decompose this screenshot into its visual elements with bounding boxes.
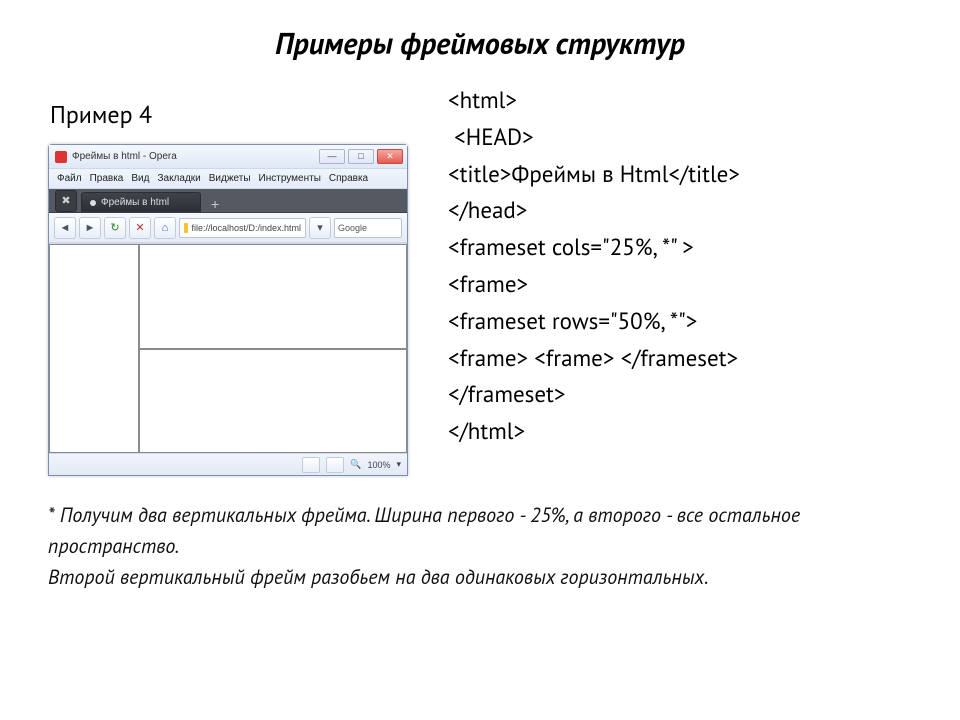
frame-top-right (139, 244, 408, 349)
minimize-button[interactable]: — (319, 149, 345, 164)
code-line-2: <HEAD> (448, 120, 920, 157)
tab-bar: ✖ Фреймы в html + (49, 189, 407, 213)
menu-help[interactable]: Справка (329, 173, 368, 184)
zoom-dropdown-icon[interactable]: ▾ (396, 459, 401, 470)
zoom-level: 100% (367, 460, 390, 470)
zoom-icon: 🔍 (350, 459, 361, 470)
window-titlebar: Фреймы в html - Opera — □ ✕ (49, 145, 407, 169)
page-viewport (49, 243, 407, 453)
menu-tools[interactable]: Инструменты (259, 173, 321, 184)
menu-widgets[interactable]: Виджеты (209, 173, 251, 184)
reload-button[interactable]: ↻ (104, 217, 126, 239)
left-column: Пример 4 Фреймы в html - Opera — □ ✕ Фай… (48, 77, 408, 476)
code-line-10: </html> (448, 414, 920, 451)
home-button[interactable]: ⌂ (154, 217, 176, 239)
back-button[interactable]: ◄ (54, 217, 76, 239)
example-label: Пример 4 (48, 77, 408, 144)
code-line-5: <frameset cols="25%, *" > (448, 230, 920, 267)
stop-button[interactable]: ✕ (129, 217, 151, 239)
address-bar[interactable]: file://localhost/D:/index.html (179, 218, 306, 238)
status-button-2[interactable] (326, 457, 344, 473)
tab-active[interactable]: Фреймы в html (81, 192, 201, 212)
code-line-1: <html> (448, 83, 920, 120)
tab-favicon-icon (90, 200, 96, 206)
frame-left (49, 244, 139, 453)
nav-toolbar: ◄ ► ↻ ✕ ⌂ file://localhost/D:/index.html… (49, 213, 407, 243)
menu-bookmarks[interactable]: Закладки (157, 173, 200, 184)
menu-file[interactable]: Файл (57, 173, 82, 184)
code-column: <html> <HEAD> <title>Фреймы в Html</titl… (448, 77, 920, 476)
status-button-1[interactable] (302, 457, 320, 473)
page-icon (184, 223, 188, 233)
footnote-line-2: Второй вертикальный фрейм разобьем на дв… (48, 562, 910, 593)
code-line-9: </frameset> (448, 377, 920, 414)
window-title: Фреймы в html - Opera (72, 151, 319, 162)
opera-icon (55, 151, 67, 163)
window-controls: — □ ✕ (319, 149, 403, 164)
maximize-button[interactable]: □ (348, 149, 374, 164)
address-text: file://localhost/D:/index.html (191, 219, 301, 237)
search-box[interactable]: Google (334, 218, 402, 238)
browser-window: Фреймы в html - Opera — □ ✕ Файл Правка … (48, 144, 408, 476)
code-line-4: </head> (448, 193, 920, 230)
content-row: Пример 4 Фреймы в html - Opera — □ ✕ Фай… (0, 71, 960, 476)
footnote-line-1: * Получим два вертикальных фрейма. Ширин… (48, 500, 910, 562)
address-dropdown[interactable]: ▾ (309, 217, 331, 239)
code-line-7: <frameset rows="50%, *"> (448, 304, 920, 341)
frame-right-container (139, 244, 408, 453)
panel-toggle-button[interactable]: ✖ (55, 190, 77, 212)
menu-bar: Файл Правка Вид Закладки Виджеты Инструм… (49, 169, 407, 189)
code-line-6: <frame> (448, 267, 920, 304)
code-line-8: <frame> <frame> </frameset> (448, 341, 920, 378)
menu-edit[interactable]: Правка (90, 173, 124, 184)
footnote: * Получим два вертикальных фрейма. Ширин… (0, 476, 960, 593)
close-button[interactable]: ✕ (377, 149, 403, 164)
menu-view[interactable]: Вид (131, 173, 149, 184)
frame-bottom-right (139, 349, 408, 454)
forward-button[interactable]: ► (79, 217, 101, 239)
code-line-3: <title>Фреймы в Html</title> (448, 157, 920, 194)
status-bar: 🔍 100% ▾ (49, 453, 407, 475)
tab-label: Фреймы в html (101, 197, 169, 208)
new-tab-button[interactable]: + (205, 196, 225, 212)
slide-title: Примеры фреймовых структур (0, 0, 960, 71)
